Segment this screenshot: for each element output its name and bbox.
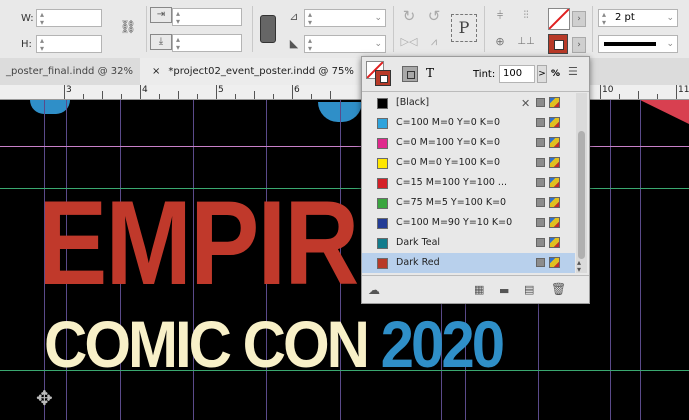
tint-slider-arrow[interactable]: > [537,65,547,83]
subline-comic-con: COMIC CON [44,307,381,382]
poster-headline[interactable]: EMPIR [38,184,359,304]
delete-swatch-icon[interactable]: 🗑 [551,282,566,296]
text-frame-indicator-icon: P [451,14,477,42]
flip-horizontal-icon[interactable]: ▷◁ [399,32,419,52]
swatch-color-chip [377,258,388,269]
fill-stroke-proxy[interactable] [366,61,392,87]
cmyk-mode-icon [549,117,560,128]
swatches-panel: T Tint: 100 > % ☰ [Black] ✕ C=100 M=0 Y=… [361,56,590,304]
process-color-icon [536,218,545,227]
stroke-proxy-icon[interactable] [375,70,391,86]
w-label: W: [21,13,34,24]
swatch-row[interactable]: C=0 M=100 Y=0 K=0 [362,133,575,153]
cmyk-mode-icon [549,237,560,248]
stroke-menu-arrow-icon[interactable]: › [572,37,586,53]
rotate-ccw-icon[interactable]: ↺ [424,6,444,26]
cmyk-mode-icon [549,257,560,268]
process-color-icon [536,198,545,207]
process-color-icon [536,98,545,107]
scroll-arrows-icon[interactable]: ▴ ▾ [577,259,581,274]
align-center-icon[interactable]: ⊕ [490,32,510,52]
stroke-swatch[interactable] [548,34,568,54]
align-top-icon[interactable]: ⫩ [490,6,510,26]
swatch-color-chip [377,198,388,209]
process-color-icon [536,178,545,187]
fill-menu-arrow-icon[interactable]: › [572,11,586,27]
rotate-cw-icon[interactable]: ↻ [399,6,419,26]
swatch-color-chip [377,138,388,149]
swatch-list-scrollbar[interactable]: ▴ ▾ [576,93,587,274]
h-label: H: [21,39,32,50]
new-color-group-icon[interactable]: ▬ [499,284,509,297]
swatch-row[interactable]: [Black] ✕ [362,93,575,113]
swatch-color-chip [377,178,388,189]
process-color-icon [536,238,545,247]
rotate-angle-field[interactable]: ▴ ▾ ⌄ [304,9,386,27]
swatch-row[interactable]: C=100 M=0 Y=0 K=0 [362,113,575,133]
align-bottom-icon[interactable]: ⊥⊥ [514,32,538,52]
control-bar: W: ▴ ▾ H: ▴ ▾ ⛓ ⇥ ▴ ▾ ⤓ ▴ ▾ ⊿ ▴ ▾ ⌄ ◣ ▴ ▾ ⌄ ↻ ↺ … [0,0,689,59]
cmyk-mode-icon [549,177,560,188]
cloud-library-icon[interactable]: ☁ [368,283,380,297]
fill-swatch[interactable] [548,8,570,30]
process-color-icon [536,118,545,127]
formatting-text-icon[interactable]: T [426,66,434,80]
constrain-proportions-icon[interactable]: ⛓ [118,18,138,38]
show-swatch-views-icon[interactable]: ▦ [474,283,484,296]
top-shape-corner[interactable] [640,100,689,124]
swatch-row[interactable]: C=75 M=5 Y=100 K=0 [362,193,575,213]
swatch-color-chip [377,218,388,229]
flip-vertical-icon[interactable]: ⩘ [424,32,444,52]
scrollbar-thumb[interactable] [578,131,585,259]
new-swatch-icon[interactable]: ▤ [524,283,534,296]
stroke-type-preview [604,42,656,46]
stroke-weight-field[interactable]: ▴ ▾ 2 pt ⌄ [598,9,678,27]
tab-event-poster[interactable]: × *project02_event_poster.indd @ 75% [140,58,370,85]
scale-x-field[interactable]: ▴ ▾ [172,8,242,26]
shear-angle-icon: ◣ [289,37,299,50]
process-color-icon [536,258,545,267]
top-shape-left[interactable] [30,100,70,114]
scale-y-field[interactable]: ▴ ▾ [172,34,242,52]
swatch-row[interactable]: C=100 M=90 Y=10 K=0 [362,213,575,233]
tint-field[interactable]: 100 [499,65,535,83]
cmyk-mode-icon [549,157,560,168]
scale-x-icon: ⇥ [150,7,172,23]
none-slash-icon [549,9,569,29]
tint-label: Tint: [473,69,496,80]
close-tab-icon[interactable]: × [152,66,160,77]
swatch-row[interactable]: C=0 M=0 Y=100 K=0 [362,153,575,173]
process-color-icon [536,138,545,147]
tab-poster-final[interactable]: _poster_final.indd @ 32% [0,58,140,85]
cmyk-mode-icon [549,217,560,228]
process-color-icon [536,158,545,167]
no-edit-lock-icon: ✕ [521,97,531,110]
formatting-container-icon[interactable] [402,66,418,82]
swatch-color-chip [377,98,388,109]
swatch-row-selected[interactable]: Dark Red [362,253,575,273]
width-field[interactable]: ▴ ▾ [36,9,102,27]
rotate-angle-icon: ⊿ [289,10,299,23]
height-field[interactable]: ▴ ▾ [36,35,102,53]
subline-year: 2020 [380,307,505,382]
constrain-scale-icon[interactable] [260,15,276,43]
scale-y-icon: ⤓ [150,34,172,50]
cmyk-mode-icon [549,197,560,208]
swatch-color-chip [377,118,388,129]
poster-subline[interactable]: COMIC CON 2020 [44,311,505,378]
shear-angle-field[interactable]: ▴ ▾ ⌄ [304,35,386,53]
cmyk-mode-icon [549,137,560,148]
cmyk-mode-icon [549,97,560,108]
swatch-row[interactable]: Dark Teal [362,233,575,253]
distribute-icon[interactable]: ⫶⫶ [514,6,538,26]
stroke-type-dropdown[interactable]: ⌄ [598,35,678,53]
move-cursor-icon: ✥ [36,386,53,410]
swatch-row[interactable]: C=15 M=100 Y=100 ... [362,173,575,193]
swatch-color-chip [377,158,388,169]
panel-menu-icon[interactable]: ☰ [568,65,578,78]
tint-percent: % [551,69,561,79]
swatch-color-chip [377,238,388,249]
